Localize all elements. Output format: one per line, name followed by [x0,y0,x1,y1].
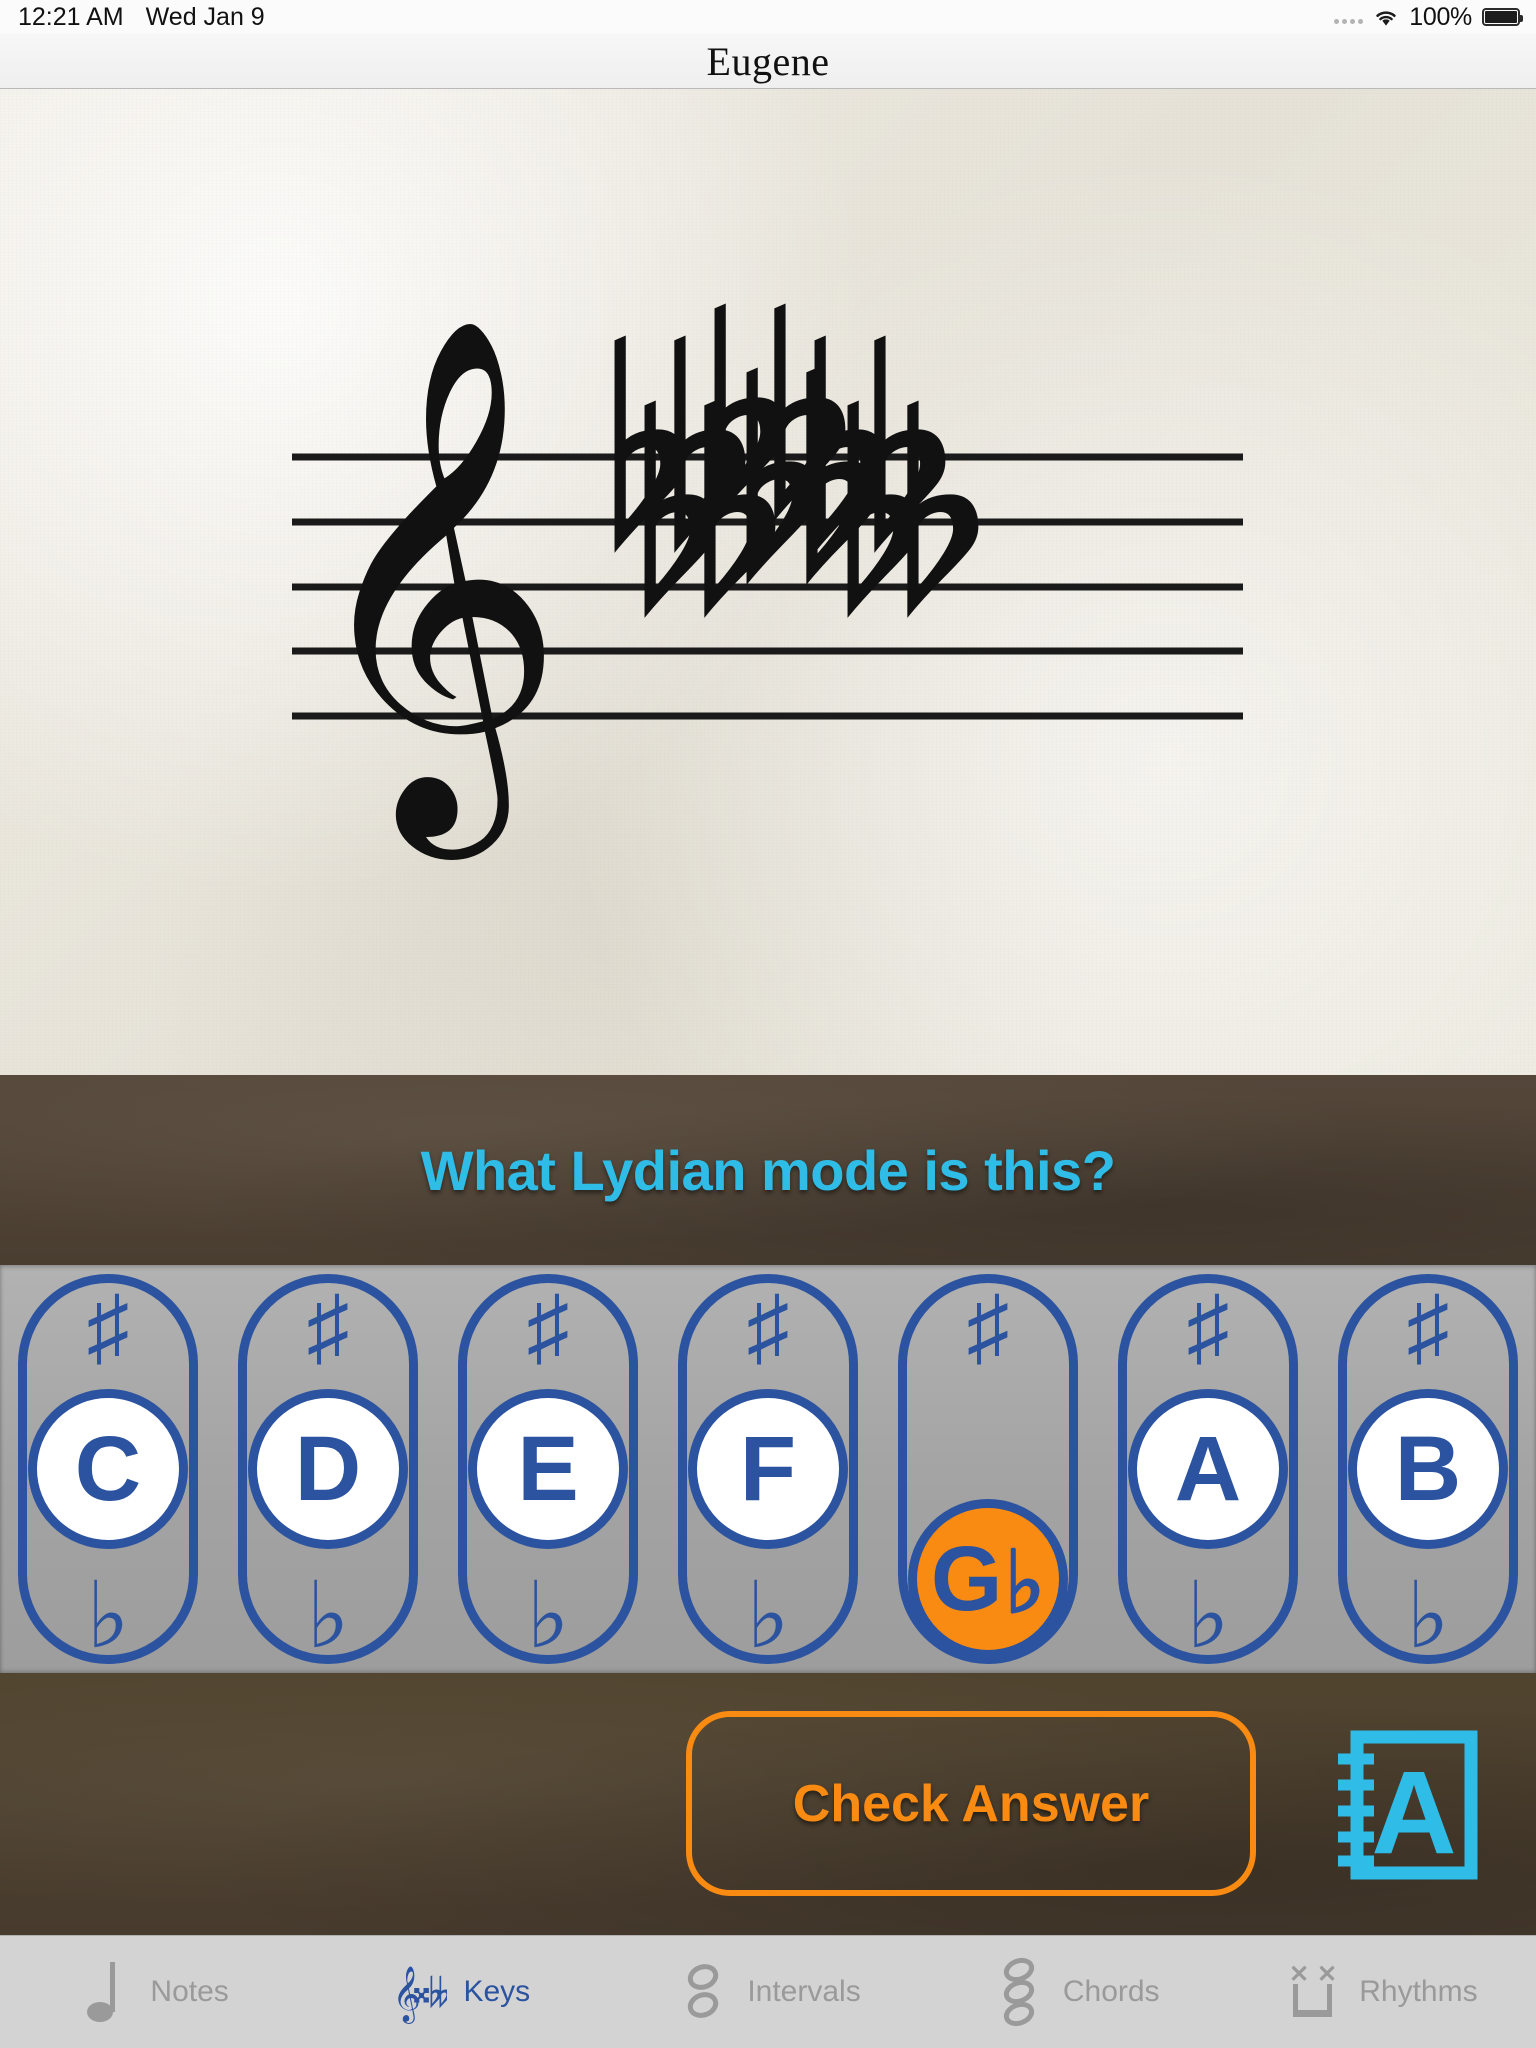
tab-keys[interactable]: 𝄞𝄪𝄫 Keys [307,1936,614,2048]
note-button-d[interactable]: ♯ D ♭ [230,1274,426,1664]
action-bar: Check Answer A [0,1673,1536,1936]
note-button-f[interactable]: ♯ F ♭ [670,1274,866,1664]
note-button-g[interactable]: ♯ G ♭ [890,1274,1086,1664]
note-knob-f[interactable]: F [688,1389,848,1549]
page-title: Eugene [706,38,830,84]
chord-icon [991,1957,1047,2027]
tab-label: Chords [1062,1975,1160,2008]
note-knob-g[interactable]: G ♭ [908,1499,1068,1659]
tab-chords[interactable]: Chords [922,1936,1229,2048]
status-bar-left: 12:21 AM Wed Jan 9 [0,3,265,32]
clef-key-icon: 𝄞𝄪𝄫 [391,1957,447,2027]
note-letter: E [517,1418,579,1520]
status-bar: 12:21 AM Wed Jan 9 100% [0,0,1536,34]
note-button-e[interactable]: ♯ E ♭ [450,1274,646,1664]
tab-intervals[interactable]: Intervals [614,1936,921,2048]
note-letter: F [739,1418,797,1520]
staff-notation-svg: 𝄞 𝄫 𝄫 𝄫 𝄫 𝄫 𝄫 [292,272,1243,863]
tab-notes[interactable]: Notes [0,1936,307,2048]
tab-label: Rhythms [1359,1975,1478,2008]
question-text: What Lydian mode is this? [420,1138,1116,1202]
wifi-icon [1373,8,1399,27]
note-letter: C [74,1418,142,1520]
notebook-a-icon[interactable]: A [1330,1729,1480,1881]
note-knob-e[interactable]: E [468,1389,628,1549]
rhythm-icon: ✕ ✕ [1287,1957,1343,2027]
note-accidental: ♭ [1004,1535,1046,1631]
signal-dots-icon [1334,10,1364,24]
treble-clef-icon: 𝄞 [300,312,566,863]
staff-panel: 𝄞 𝄫 𝄫 𝄫 𝄫 𝄫 𝄫 [0,89,1536,1075]
note-button-b[interactable]: ♯ B ♭ [1330,1274,1526,1664]
status-time: 12:21 AM [18,2,124,31]
svg-text:𝄫: 𝄫 [429,1972,448,2017]
notebook-letter: A [1371,1747,1456,1879]
music-staff: 𝄞 𝄫 𝄫 𝄫 𝄫 𝄫 𝄫 [0,89,1536,1075]
check-answer-button[interactable]: Check Answer [686,1711,1256,1896]
note-letter: D [294,1418,362,1520]
question-band: What Lydian mode is this? [0,1075,1536,1265]
app-root: 12:21 AM Wed Jan 9 100% Eugene 𝄞 𝄫 𝄫 𝄫 𝄫… [0,0,1536,2048]
quarter-note-icon [78,1957,134,2027]
note-knob-a[interactable]: A [1128,1389,1288,1549]
svg-text:𝄞: 𝄞 [300,312,566,863]
nav-bar: Eugene [0,34,1536,89]
tab-label: Keys [463,1975,531,2008]
note-knob-d[interactable]: D [248,1389,408,1549]
note-button-a[interactable]: ♯ A ♭ [1110,1274,1306,1664]
battery-full-icon [1482,8,1523,26]
tab-rhythms[interactable]: ✕ ✕ Rhythms [1229,1936,1536,2048]
status-bar-right: 100% [1334,3,1536,32]
note-letter: G [930,1528,1003,1630]
note-button-c[interactable]: ♯ C ♭ [10,1274,206,1664]
tab-label: Notes [150,1975,229,2008]
battery-percent: 100% [1409,2,1472,31]
flat-c: 𝄫 [833,369,989,671]
note-letter: A [1174,1418,1242,1520]
note-letter: B [1394,1418,1462,1520]
interval-icon [675,1957,731,2027]
svg-text:✕: ✕ [1289,1961,1309,1988]
note-knob-c[interactable]: C [28,1389,188,1549]
key-signature-flats: 𝄫 𝄫 𝄫 𝄫 𝄫 𝄫 [600,272,989,671]
note-selector: ♯ C ♭ ♯ D ♭ ♯ E ♭ ♯ F ♭ ♯ G ♭ ♯ A ♭ ♯ B ♭ [0,1265,1536,1673]
tab-label: Intervals [747,1975,861,2008]
svg-text:✕: ✕ [1317,1961,1337,1988]
note-knob-b[interactable]: B [1348,1389,1508,1549]
status-date: Wed Jan 9 [145,2,265,31]
tab-bar: Notes𝄞𝄪𝄫KeysIntervalsChords✕✕Rhythms [0,1935,1536,2048]
